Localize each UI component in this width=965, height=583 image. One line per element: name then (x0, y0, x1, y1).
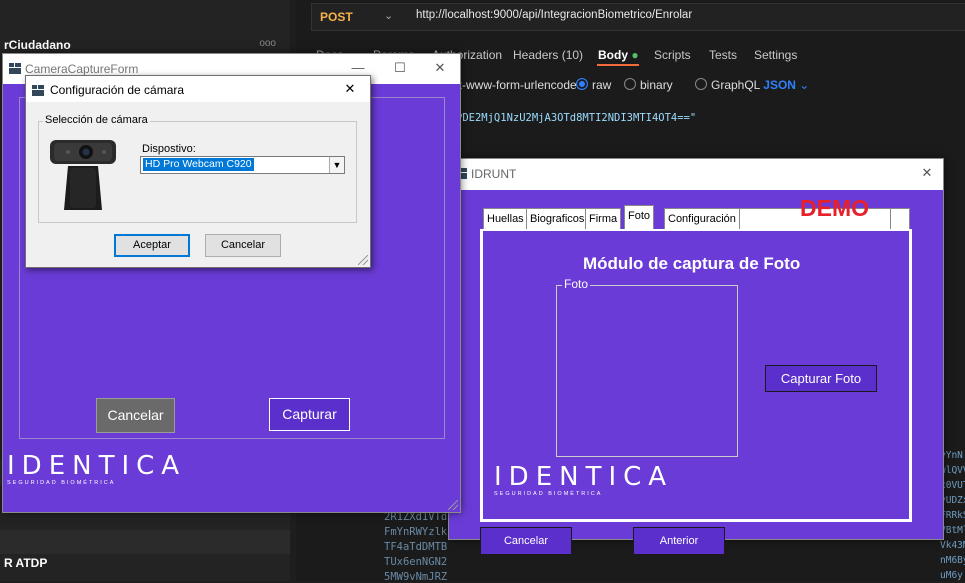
list-item[interactable] (0, 530, 290, 554)
close-icon[interactable]: ✕ (336, 79, 364, 99)
method-select[interactable]: POST (320, 10, 353, 24)
tab-headers-label: Headers (10) (513, 48, 584, 62)
cancel-button[interactable]: Cancelar (96, 398, 175, 433)
app-icon (32, 85, 44, 96)
more-options-icon[interactable]: ooo (259, 38, 276, 49)
window-title: IDRUNT (471, 167, 517, 181)
tab-configuracion[interactable]: Configuración (664, 208, 740, 230)
window-title: CameraCaptureForm (25, 62, 139, 76)
chevron-down-icon[interactable]: ▼ (329, 157, 344, 173)
camera-config-dialog: Configuración de cámara ✕ Selección de c… (25, 75, 371, 268)
resize-grip-icon[interactable] (358, 255, 368, 265)
tab-body-label: Body (598, 48, 628, 62)
chevron-down-icon[interactable]: ⌄ (384, 9, 393, 22)
tab-tests[interactable]: Tests (709, 48, 737, 62)
app-icon (9, 63, 21, 74)
radio-selected-icon (576, 78, 588, 90)
tab-huellas[interactable]: Huellas (483, 208, 528, 230)
code-line: 5MW9vNmJRZ (384, 571, 448, 583)
photo-groupbox (556, 285, 738, 457)
url-input[interactable]: http://localhost:9000/api/IntegracionBio… (416, 9, 692, 21)
cancel-button[interactable]: Cancelar (480, 527, 572, 555)
body-mode-raw[interactable]: raw (576, 78, 611, 92)
tab-settings[interactable]: Settings (754, 48, 797, 62)
webcam-icon (50, 140, 116, 210)
tab-foto[interactable]: Foto (624, 205, 655, 230)
close-icon[interactable]: ✕ (913, 163, 941, 183)
dialog-title: Configuración de cámara (50, 83, 185, 97)
photo-group-label: Foto (562, 277, 591, 291)
tab-strip-end (890, 208, 910, 230)
identica-logo: IDENTICA SEGURIDAD BIOMÉTRICA (494, 462, 674, 497)
identica-logo: IDENTICA SEGURIDAD BIOMÉTRICA (7, 451, 187, 486)
code-line: PDE2MjQ1NzU2MjA3OTd8MTI2NDI3MTI4OT4==" (456, 112, 697, 124)
code-line: FmYnRWYzlk (384, 526, 448, 538)
title-bar[interactable]: IDRUNT ✕ (449, 159, 943, 189)
capture-button[interactable]: Capturar (269, 398, 350, 431)
title-bar[interactable]: Configuración de cámara ✕ (26, 76, 370, 102)
group-label: Selección de cámara (43, 114, 150, 126)
capture-photo-button[interactable]: Capturar Foto (765, 365, 877, 392)
close-icon[interactable]: ✕ (426, 58, 454, 78)
code-line: Vk43M (940, 540, 965, 551)
tab-headers[interactable]: Headers (10) (513, 48, 583, 62)
format-select: JSON (763, 78, 796, 92)
radio-icon (624, 78, 636, 90)
back-button[interactable]: Anterior (633, 527, 725, 555)
code-line: TF4aTdDMTB (384, 541, 448, 553)
collection-title[interactable]: rCiudadano (4, 38, 71, 52)
resize-grip-icon[interactable] (448, 500, 458, 510)
radio-icon (695, 78, 707, 90)
code-line: nM6By (940, 555, 965, 566)
maximize-icon[interactable]: ☐ (386, 58, 414, 78)
body-mode-graphql[interactable]: GraphQL JSON ⌄ (695, 78, 809, 92)
demo-badge: DEMO (800, 195, 869, 221)
body-mode-binary[interactable]: binary (624, 78, 673, 92)
tab-firma[interactable]: Firma (585, 208, 622, 230)
tab-scripts[interactable]: Scripts (654, 48, 691, 62)
code-line: uM6y (940, 570, 963, 581)
active-tab-indicator (597, 64, 639, 66)
chevron-down-icon: ⌄ (799, 78, 810, 92)
module-title: Módulo de captura de Foto (583, 254, 801, 273)
device-select[interactable]: HD Pro Webcam C920 ▼ (140, 156, 345, 174)
ok-button[interactable]: Aceptar (114, 234, 190, 257)
code-line: TUx6enNGN2 (384, 556, 448, 568)
tab-body[interactable]: Body ● (598, 48, 639, 62)
device-label: Dispostivo: (142, 143, 196, 155)
device-select-value: HD Pro Webcam C920 (143, 158, 254, 171)
tab-biograficos[interactable]: Biograficos (526, 208, 589, 230)
body-mode-urlencoded[interactable]: x-www-form-urlencoded (456, 78, 583, 92)
sidebar-item-atdp[interactable]: R ATDP (4, 556, 47, 570)
modified-dot-icon: ● (631, 48, 639, 62)
cancel-button[interactable]: Cancelar (205, 234, 281, 257)
